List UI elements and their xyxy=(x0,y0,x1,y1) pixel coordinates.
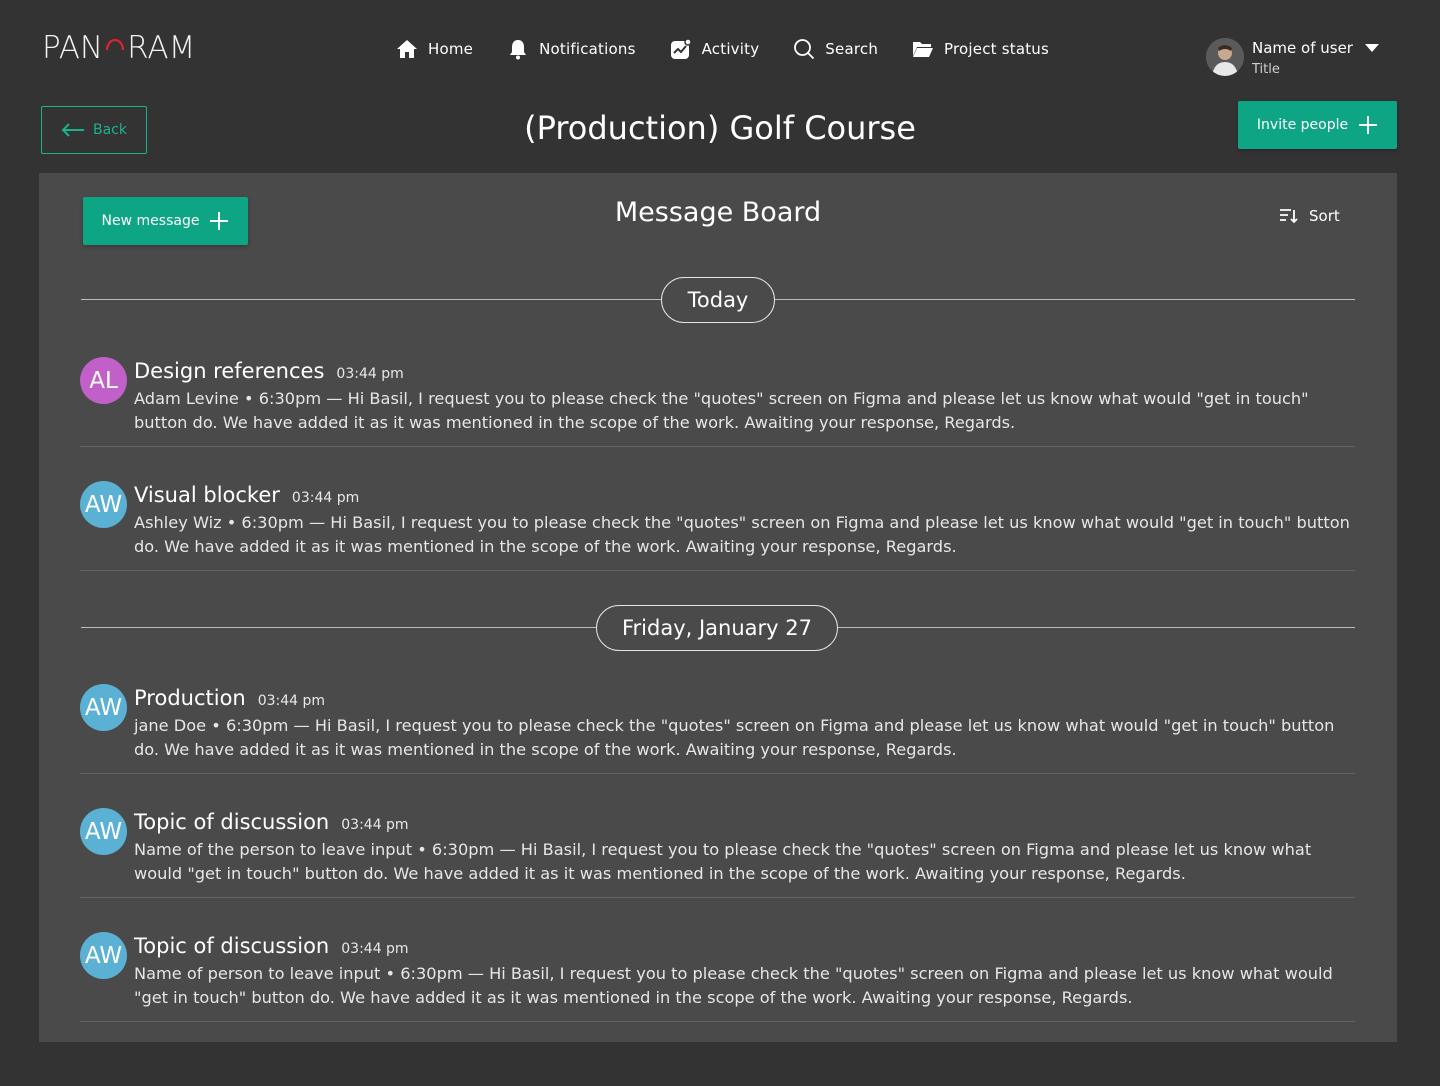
main-nav: Home Notifications Activity Search Proje… xyxy=(396,36,1083,62)
user-menu[interactable]: Name of user Title xyxy=(1206,38,1379,82)
avatar: AW xyxy=(80,481,127,528)
message-time: 03:44 pm xyxy=(257,693,326,709)
nav-search-label: Search xyxy=(825,40,879,58)
message-subject: Visual blocker xyxy=(134,483,280,507)
message-body: jane Doe • 6:30pm — Hi Basil, I request … xyxy=(134,716,1335,759)
message-item[interactable]: AW Visual blocker 03:44 pm Ashley Wiz • … xyxy=(80,481,1355,571)
message-item[interactable]: AW Topic of discussion 03:44 pm Name of … xyxy=(80,808,1355,898)
message-body: Name of the person to leave input • 6:30… xyxy=(134,840,1312,883)
invite-people-button[interactable]: Invite people xyxy=(1238,101,1397,149)
nav-project-status-label: Project status xyxy=(944,40,1050,58)
message-body: Adam Levine • 6:30pm — Hi Basil, I reque… xyxy=(134,389,1309,432)
avatar: AW xyxy=(80,932,127,979)
logo[interactable]: PAN RAM xyxy=(42,30,195,66)
message-subject: Topic of discussion xyxy=(134,934,330,958)
message-item[interactable]: AW Topic of discussion 03:44 pm Name of … xyxy=(80,932,1355,1022)
sort-button[interactable]: Sort xyxy=(1279,207,1340,225)
nav-activity-label: Activity xyxy=(701,40,760,58)
nav-search[interactable]: Search xyxy=(793,38,878,60)
message-time: 03:44 pm xyxy=(341,941,409,957)
plus-icon xyxy=(1359,116,1378,134)
message-subject: Design references xyxy=(134,359,325,383)
activity-icon xyxy=(670,38,692,60)
message-subject: Production xyxy=(134,686,246,710)
user-title: Title xyxy=(1252,62,1280,77)
avatar: AW xyxy=(80,684,127,731)
sort-label: Sort xyxy=(1309,207,1340,225)
message-board: New message Message Board Sort Today AL … xyxy=(39,173,1397,1042)
avatar: AL xyxy=(80,357,127,404)
message-item[interactable]: AL Design references 03:44 pm Adam Levin… xyxy=(80,357,1355,447)
logo-mark-icon xyxy=(104,35,126,61)
nav-activity[interactable]: Activity xyxy=(670,38,760,60)
invite-people-label: Invite people xyxy=(1256,117,1349,133)
user-avatar[interactable] xyxy=(1206,38,1244,76)
chevron-down-icon[interactable] xyxy=(1364,44,1379,52)
folder-icon xyxy=(912,38,934,60)
date-label: Today xyxy=(661,277,775,323)
nav-notifications[interactable]: Notifications xyxy=(507,38,635,60)
nav-home-label: Home xyxy=(428,40,474,58)
nav-project-status[interactable]: Project status xyxy=(912,38,1049,60)
home-icon xyxy=(396,38,418,60)
board-title: Message Board xyxy=(614,197,822,228)
nav-notifications-label: Notifications xyxy=(539,40,636,58)
search-icon xyxy=(793,38,815,60)
sort-icon xyxy=(1280,209,1298,224)
page-title: (Production) Golf Course xyxy=(524,109,916,147)
message-time: 03:44 pm xyxy=(341,817,409,833)
logo-text-right: RAM xyxy=(127,30,196,66)
nav-home[interactable]: Home xyxy=(396,38,473,60)
message-item[interactable]: AW Production 03:44 pm jane Doe • 6:30pm… xyxy=(80,684,1355,774)
message-time: 03:44 pm xyxy=(336,366,404,382)
message-body: Ashley Wiz • 6:30pm — Hi Basil, I reques… xyxy=(134,513,1350,556)
user-name: Name of user xyxy=(1252,39,1353,57)
message-subject: Topic of discussion xyxy=(134,810,330,834)
bell-icon xyxy=(507,38,529,60)
message-time: 03:44 pm xyxy=(291,490,360,506)
logo-text-left: PAN xyxy=(42,30,104,66)
date-label: Friday, January 27 xyxy=(596,605,838,651)
message-body: Name of person to leave input • 6:30pm —… xyxy=(134,964,1333,1007)
avatar: AW xyxy=(80,808,127,855)
